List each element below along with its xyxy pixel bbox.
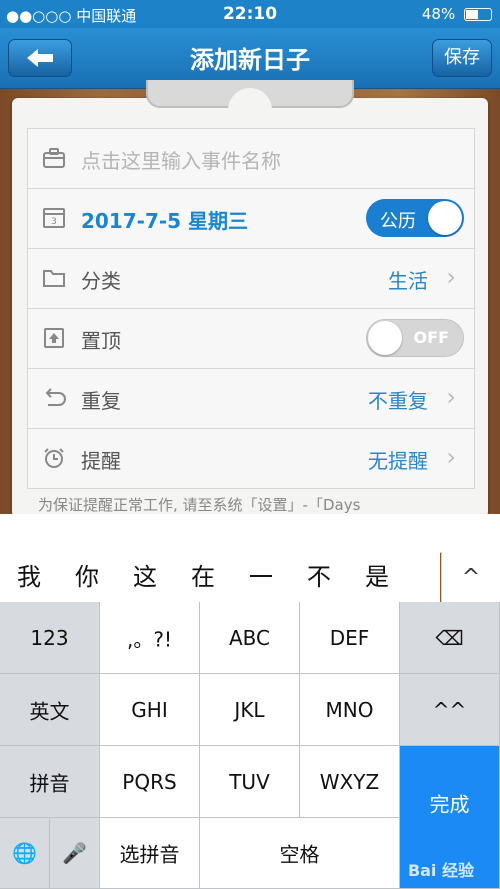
- repeat-icon: [42, 387, 66, 409]
- status-bar: ●●○○○ 中国联通 22:10 48%: [0, 0, 500, 28]
- globe-key[interactable]: 🌐: [0, 818, 50, 889]
- reminder-value: 无提醒: [368, 449, 428, 473]
- repeat-value: 不重复: [368, 389, 428, 413]
- category-value: 生活: [388, 269, 428, 293]
- key-123[interactable]: 123: [0, 602, 100, 674]
- space-key[interactable]: 空格: [200, 818, 400, 889]
- key-pinyin[interactable]: 拼音: [0, 746, 100, 818]
- category-label: 分类: [81, 269, 121, 293]
- calendar-type-toggle[interactable]: 公历: [366, 199, 464, 237]
- date-value[interactable]: 2017-7-5 星期三: [81, 205, 248, 234]
- key-abc[interactable]: ABC: [200, 602, 300, 674]
- candidate-item[interactable]: 一: [232, 552, 290, 602]
- pin-top-icon: [42, 327, 66, 349]
- alarm-clock-icon: [42, 447, 66, 469]
- reminder-row[interactable]: 提醒 无提醒 ›: [28, 429, 474, 488]
- battery-percent: 48%: [421, 5, 456, 23]
- candidate-item[interactable]: 不: [290, 552, 348, 602]
- chevron-right-icon: ›: [446, 443, 456, 471]
- event-name-row[interactable]: 点击这里输入事件名称: [28, 129, 474, 189]
- reminder-note: 为保证提醒正常工作, 请至系统「设置」-「Days: [38, 496, 361, 514]
- globe-icon: 🌐: [12, 841, 37, 865]
- candidate-topbar: [0, 514, 500, 553]
- microphone-icon: 🎤: [62, 841, 87, 865]
- event-form: 点击这里输入事件名称 3 2017-7-5 星期三 公历 分类 生活 › 置顶 …: [27, 128, 475, 489]
- emoticon-key[interactable]: ^^: [400, 674, 500, 746]
- candidate-item[interactable]: 在: [174, 552, 232, 602]
- calendar-icon: 3: [42, 207, 66, 229]
- pin-row: 置顶 OFF: [28, 309, 474, 369]
- candidate-bar: 我你这在一不是有: [0, 552, 440, 641]
- briefcase-icon: [42, 147, 66, 169]
- watermark: Bai 经验: [407, 861, 474, 880]
- repeat-label: 重复: [81, 389, 121, 413]
- repeat-row[interactable]: 重复 不重复 ›: [28, 369, 474, 429]
- candidate-item[interactable]: 你: [58, 552, 116, 602]
- backspace-key[interactable]: ⌫: [400, 602, 500, 674]
- collapse-candidates-button[interactable]: ^: [441, 552, 500, 602]
- key-punctuation[interactable]: ,。?!: [100, 602, 200, 674]
- backspace-icon: ⌫: [435, 625, 464, 650]
- chevron-right-icon: ›: [446, 263, 456, 291]
- key-wxyz[interactable]: WXYZ: [300, 746, 400, 818]
- key-tuv[interactable]: TUV: [200, 746, 300, 818]
- key-ghi[interactable]: GHI: [100, 674, 200, 746]
- battery-indicator: 48%: [422, 5, 492, 23]
- page-title: 添加新日子: [190, 46, 310, 74]
- clipboard-clip: [146, 80, 354, 110]
- event-name-input[interactable]: 点击这里输入事件名称: [81, 145, 281, 174]
- toggle-knob: [368, 321, 402, 355]
- pin-toggle-label: OFF: [413, 328, 449, 347]
- pin-toggle[interactable]: OFF: [366, 319, 464, 357]
- date-row[interactable]: 3 2017-7-5 星期三 公历: [28, 189, 474, 249]
- key-mno[interactable]: MNO: [300, 674, 400, 746]
- key-english[interactable]: 英文: [0, 674, 100, 746]
- pin-label: 置顶: [81, 329, 121, 353]
- toggle-knob: [428, 201, 462, 235]
- candidate-item[interactable]: 是: [348, 552, 406, 602]
- calendar-type-label: 公历: [380, 211, 416, 232]
- battery-fill: [466, 10, 478, 19]
- key-jkl[interactable]: JKL: [200, 674, 300, 746]
- keyboard: 123 ,。?! ABC DEF ⌫ 英文 GHI JKL MNO ^^ 拼音 …: [0, 602, 500, 889]
- svg-text:3: 3: [51, 217, 57, 227]
- category-row[interactable]: 分类 生活 ›: [28, 249, 474, 309]
- candidate-item[interactable]: 我: [0, 552, 58, 602]
- folder-icon: [42, 267, 66, 289]
- key-def[interactable]: DEF: [300, 602, 400, 674]
- save-button[interactable]: 保存: [432, 39, 492, 77]
- select-pinyin-key[interactable]: 选拼音: [100, 818, 200, 889]
- reminder-label: 提醒: [81, 449, 121, 473]
- microphone-key[interactable]: 🎤: [50, 818, 100, 889]
- key-pqrs[interactable]: PQRS: [100, 746, 200, 818]
- chevron-right-icon: ›: [446, 383, 456, 411]
- candidate-item[interactable]: 这: [116, 552, 174, 602]
- battery-icon: [464, 8, 492, 21]
